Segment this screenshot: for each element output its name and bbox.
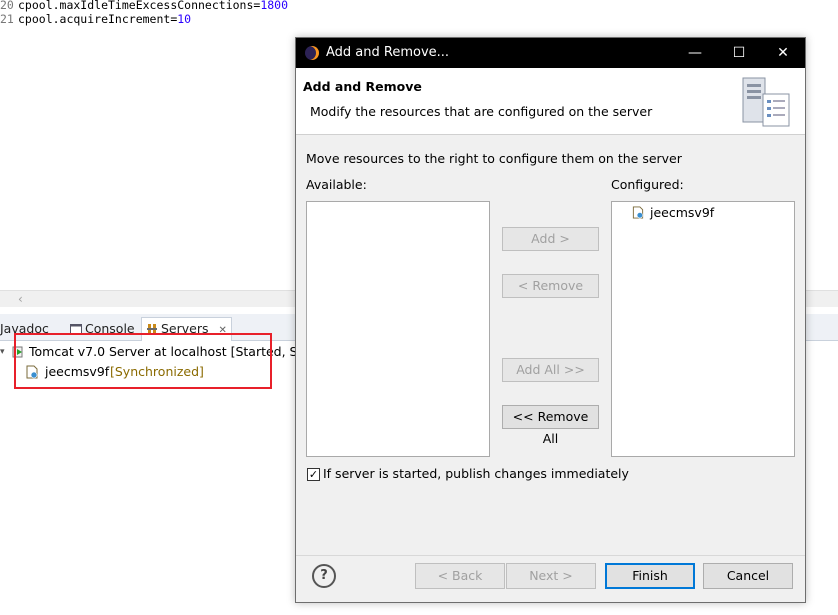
cancel-button[interactable]: Cancel: [703, 563, 793, 589]
property-value: 1800: [260, 0, 289, 12]
property-key: cpool.acquireIncrement=: [18, 12, 178, 26]
code-line: 20 cpool.maxIdleTimeExcessConnections=180…: [0, 0, 288, 12]
available-list[interactable]: [306, 201, 490, 457]
add-all-button[interactable]: Add All >>: [502, 358, 599, 382]
finish-button[interactable]: Finish: [605, 563, 695, 589]
header-description: Modify the resources that are configured…: [310, 104, 653, 119]
window-title: Add and Remove...: [326, 45, 450, 60]
configured-list[interactable]: jeecmsv9f: [611, 201, 795, 457]
remove-button[interactable]: < Remove: [502, 274, 599, 298]
add-button[interactable]: Add >: [502, 227, 599, 251]
server-wizard-icon: [742, 77, 790, 127]
next-button[interactable]: Next >: [506, 563, 596, 589]
line-number: 20: [0, 0, 14, 12]
help-icon[interactable]: ?: [312, 564, 336, 588]
dialog-titlebar[interactable]: Add and Remove... — ☐ ✕: [296, 38, 805, 68]
annotation-highlight-box: [14, 333, 272, 389]
web-module-icon: [632, 206, 644, 219]
header-title: Add and Remove: [303, 79, 422, 94]
back-button[interactable]: < Back: [415, 563, 505, 589]
configured-label: Configured:: [611, 177, 684, 192]
close-icon[interactable]: ✕: [761, 38, 805, 68]
property-value: 10: [177, 12, 192, 26]
wizard-header: Add and Remove Modify the resources that…: [296, 68, 805, 135]
configured-item-label: jeecmsv9f: [650, 205, 715, 220]
eclipse-icon: [305, 46, 319, 60]
minimize-icon[interactable]: —: [673, 38, 717, 68]
chevron-down-icon[interactable]: ▾: [0, 342, 5, 362]
publish-label: If server is started, publish changes im…: [323, 466, 629, 481]
instruction-text: Move resources to the right to configure…: [306, 151, 682, 166]
code-line: 21 cpool.acquireIncrement=10: [0, 12, 191, 26]
property-key: cpool.maxIdleTimeExcessConnections=: [18, 0, 261, 12]
scroll-left-icon[interactable]: ‹: [18, 292, 23, 306]
publish-checkbox[interactable]: ✓: [307, 468, 320, 481]
available-label: Available:: [306, 177, 367, 192]
line-number: 21: [0, 12, 14, 26]
remove-all-button[interactable]: << Remove All: [502, 405, 599, 446]
maximize-icon[interactable]: ☐: [717, 38, 761, 68]
wizard-content: Move resources to the right to configure…: [296, 135, 805, 555]
add-remove-dialog: Add and Remove... — ☐ ✕ Add and Remove M…: [295, 37, 806, 603]
list-item[interactable]: jeecmsv9f: [632, 204, 714, 222]
wizard-footer: ? < Back Next > Finish Cancel: [296, 555, 805, 604]
